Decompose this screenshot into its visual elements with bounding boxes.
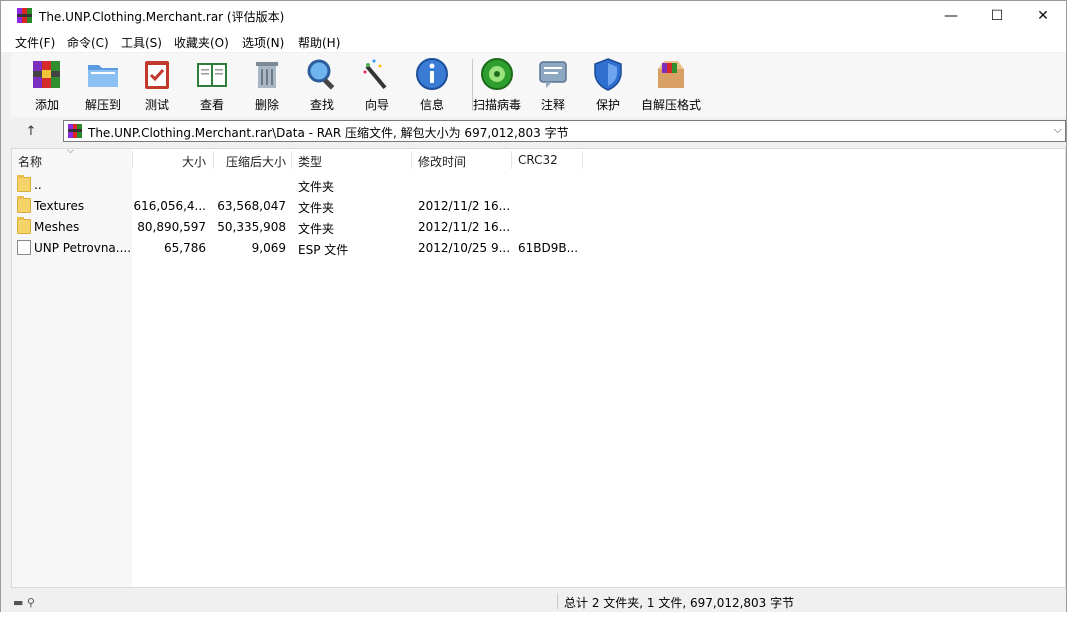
column-header-packed[interactable]: 压缩后大小 [218,153,286,170]
window-title: The.UNP.Clothing.Merchant.rar (评估版本) [39,10,285,24]
file-type: 文件夹 [298,222,335,236]
extract-to-button[interactable]: 解压到 [77,55,129,115]
clipboard-test-icon [145,61,169,89]
status-bar: ▬ ⚲ 总计 2 文件夹, 1 文件, 697,012,803 字节 [1,590,1066,612]
column-divider[interactable] [511,151,512,169]
file-row[interactable]: Textures 616,056,4... 63,568,047 文件夹 201… [12,196,1065,217]
shield-icon [594,58,622,91]
info-label: 信息 [419,98,444,112]
books-add-icon [33,61,60,88]
trash-icon [256,62,278,88]
info-icon [416,58,448,90]
file-modified: 2012/10/25 9... [418,241,511,255]
file-crc: 61BD9B... [518,241,579,255]
magic-wand-icon [363,59,387,90]
winrar-app-icon [17,8,32,23]
file-icon [17,240,31,255]
sfx-button[interactable]: 自解压格式 [641,55,701,115]
file-size: 80,890,597 [137,220,206,234]
protect-label: 保护 [595,98,620,112]
add-button[interactable]: 添加 [21,55,73,115]
menu-file[interactable]: 文件(F) [15,34,55,51]
find-button[interactable]: 查找 [296,55,348,115]
column-header-type[interactable]: 类型 [298,153,322,170]
file-name: Textures [34,199,85,213]
file-size: 65,786 [164,241,206,255]
folder-icon [17,196,31,213]
column-divider[interactable] [291,151,292,169]
file-packed-size: 50,335,908 [217,220,286,234]
info-button[interactable]: 信息 [406,55,458,115]
virus-scan-icon [481,58,513,90]
close-button[interactable]: ✕ [1020,1,1066,32]
wizard-button[interactable]: 向导 [351,55,403,115]
address-path: The.UNP.Clothing.Merchant.rar\Data - RAR… [88,126,569,140]
column-header-crc[interactable]: CRC32 [518,153,558,167]
file-type: 文件夹 [298,180,335,194]
menu-tools[interactable]: 工具(S) [121,34,162,51]
add-label: 添加 [34,98,59,112]
file-modified: 2012/11/2 16... [418,199,511,213]
status-summary: 总计 2 文件夹, 1 文件, 697,012,803 字节 [564,596,795,610]
sort-chevron-icon: ⌵ [67,146,74,156]
virus-scan-button[interactable]: 扫描病毒 [471,55,523,115]
folder-icon [17,175,31,192]
toolbar: 添加 解压到 测试 查看 删除 查找 向导 信息 扫描病毒 注释 保护 自解压格… [11,53,1066,117]
status-disk-key-icon[interactable]: ▬ ⚲ [13,596,35,609]
column-header-size[interactable]: 大小 [142,153,206,170]
maximize-button[interactable]: ☐ [974,1,1020,32]
status-divider [557,593,558,609]
file-name: .. [34,178,42,192]
protect-button[interactable]: 保护 [582,55,634,115]
menu-favorites[interactable]: 收藏夹(O) [174,34,229,51]
file-list[interactable]: 名称 ⌵ 大小 压缩后大小 类型 修改时间 CRC32 .. 文件夹 Textu… [11,146,1066,588]
background-edge [1067,0,1075,619]
file-name: UNP Petrovna.... [34,241,132,255]
magnifier-icon [307,59,335,90]
up-folder-button[interactable]: ↑ [21,122,41,142]
file-row[interactable]: UNP Petrovna.... 65,786 9,069 ESP 文件 201… [12,238,1065,259]
comment-icon [539,61,567,88]
address-bar: ↑ The.UNP.Clothing.Merchant.rar\Data - R… [11,118,1066,146]
column-divider[interactable] [213,151,214,169]
delete-button[interactable]: 删除 [241,55,293,115]
minimize-button[interactable]: — [928,1,974,32]
file-packed-size: 9,069 [251,241,286,255]
folder-icon [17,217,31,234]
address-field[interactable]: The.UNP.Clothing.Merchant.rar\Data - RAR… [63,120,1066,142]
file-packed-size: 63,568,047 [217,199,286,213]
column-header-name[interactable]: 名称 [18,153,42,170]
book-view-icon [197,63,227,87]
folder-extract-icon [88,65,118,87]
file-row[interactable]: .. 文件夹 [12,175,1065,196]
file-type: 文件夹 [298,201,335,215]
test-button[interactable]: 测试 [131,55,183,115]
menu-bar: 文件(F) 命令(C) 工具(S) 收藏夹(O) 选项(N) 帮助(H) [1,32,1066,52]
sfx-box-icon [658,61,684,88]
winrar-window: The.UNP.Clothing.Merchant.rar (评估版本) — ☐… [0,0,1067,612]
file-type: ESP 文件 [298,243,349,257]
comment-button[interactable]: 注释 [527,55,579,115]
column-divider[interactable] [411,151,412,169]
file-name: Meshes [34,220,80,234]
file-modified: 2012/11/2 16... [418,220,511,234]
menu-help[interactable]: 帮助(H) [298,34,340,51]
sfx-label: 自解压格式 [640,98,701,112]
view-button[interactable]: 查看 [186,55,238,115]
file-row[interactable]: Meshes 80,890,597 50,335,908 文件夹 2012/11… [12,217,1065,238]
column-divider[interactable] [582,151,583,169]
chevron-down-icon[interactable]: ⌵ [1054,123,1062,137]
rar-archive-icon [68,124,82,138]
menu-commands[interactable]: 命令(C) [67,34,109,51]
menu-options[interactable]: 选项(N) [242,34,284,51]
title-bar[interactable]: The.UNP.Clothing.Merchant.rar (评估版本) — ☐… [1,1,1066,32]
column-divider[interactable] [132,151,133,169]
virus-scan-label: 扫描病毒 [472,98,521,112]
file-size: 616,056,4... [133,199,206,213]
column-header-modified[interactable]: 修改时间 [418,153,466,170]
